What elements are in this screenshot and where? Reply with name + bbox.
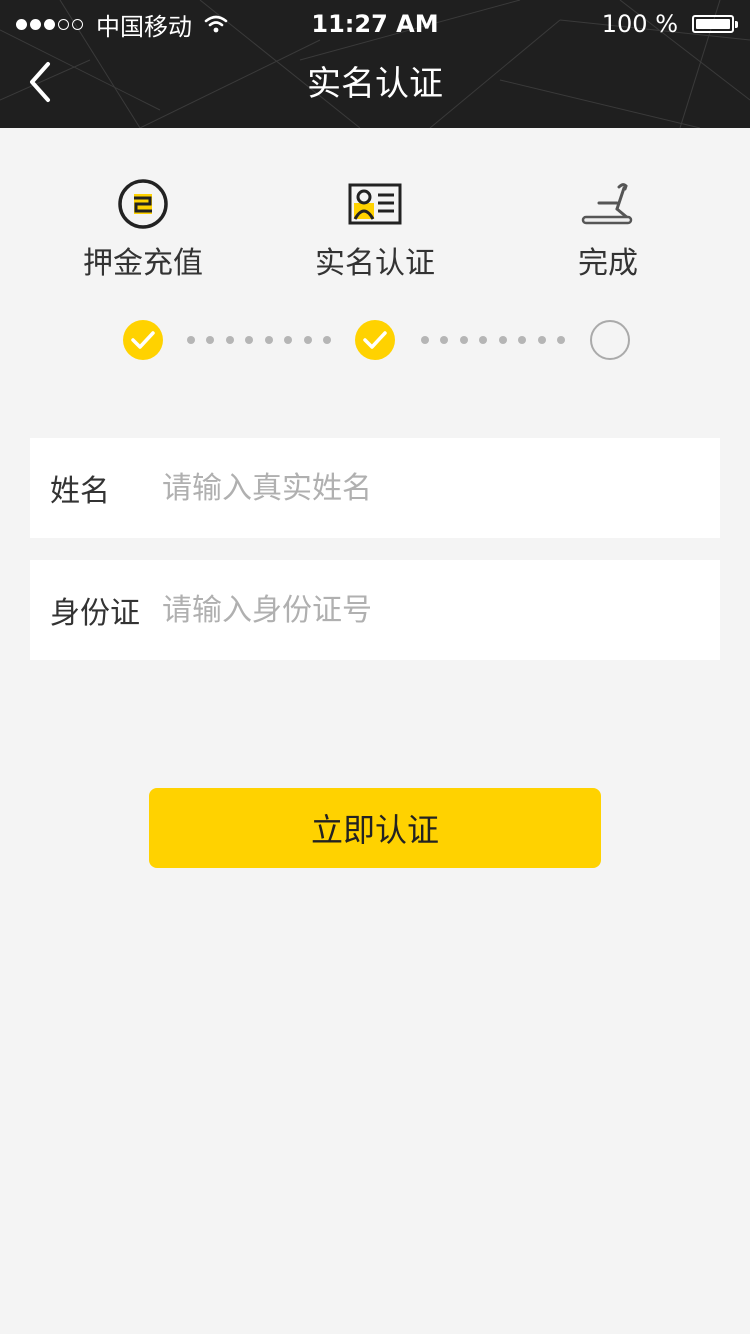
step-3-pending-circle-icon: [590, 320, 630, 360]
id-card-row: 身份证: [30, 560, 720, 660]
progress-connector: [421, 336, 565, 344]
status-bar: 中国移动 11:27 AM 100 %: [0, 0, 750, 48]
progress-connector: [187, 336, 331, 344]
step-2-check-icon: [355, 320, 395, 360]
step-verify: 实名认证: [275, 178, 475, 286]
id-card-icon: [275, 178, 475, 230]
name-row: 姓名: [30, 438, 720, 538]
step-complete: 完成: [508, 178, 708, 286]
name-label: 姓名: [50, 474, 110, 509]
steps-progress: 押金充值 实名认证 完成: [0, 128, 750, 388]
id-card-input[interactable]: [160, 591, 684, 629]
deposit-coin-icon: [43, 178, 243, 230]
battery-tip: [735, 21, 738, 28]
step-deposit: 押金充值: [43, 178, 243, 286]
page-title: 实名认证: [307, 64, 443, 104]
verify-now-button[interactable]: 立即认证: [149, 788, 601, 868]
nav-bar: 实名认证: [0, 48, 750, 128]
id-card-label: 身份证: [50, 596, 140, 631]
battery-icon: [692, 15, 738, 33]
battery-fill: [696, 19, 730, 29]
status-right: 100 %: [601, 8, 738, 40]
step-label: 完成: [578, 246, 638, 281]
battery-percentage: 100 %: [601, 10, 678, 38]
header: 中国移动 11:27 AM 100 % 实名认证: [0, 0, 750, 128]
scooter-icon: [508, 178, 708, 230]
step-1-check-icon: [123, 320, 163, 360]
step-label: 押金充值: [83, 246, 203, 281]
step-label: 实名认证: [315, 246, 435, 281]
name-input[interactable]: [160, 469, 684, 507]
